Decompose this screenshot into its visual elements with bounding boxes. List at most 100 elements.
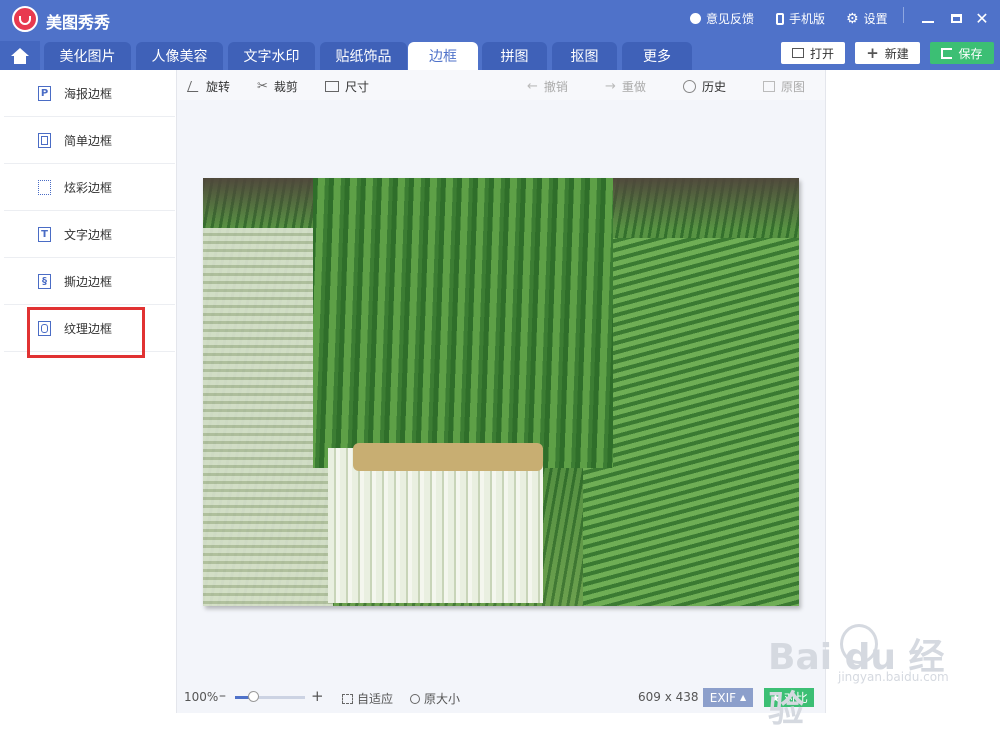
rotate-button[interactable]: 旋转 [186, 78, 231, 95]
magnifier-icon [410, 693, 420, 704]
app-title: 美图秀秀 [46, 13, 111, 32]
settings-button[interactable]: ⚙ 设置 [846, 10, 888, 27]
photo-region [583, 238, 799, 606]
photo-region [353, 443, 543, 471]
undo-button[interactable]: ← 撤销 [527, 78, 568, 95]
caret-up-icon: ▲ [740, 693, 747, 702]
open-button[interactable]: 打开 [781, 42, 845, 64]
poster-frame-icon: P [38, 85, 51, 101]
save-label: 保存 [958, 46, 983, 61]
clock-icon [683, 80, 696, 93]
maximize-button[interactable] [946, 8, 966, 28]
sidebar-item-colorful-frame[interactable]: 炫彩边框 [4, 164, 175, 211]
tab-more[interactable]: 更多 [622, 42, 692, 70]
rotate-icon [186, 81, 203, 92]
zoom-in-button[interactable]: + [311, 687, 324, 705]
photo-region [328, 448, 543, 603]
sidebar-item-text-frame[interactable]: T 文字边框 [4, 211, 175, 258]
zoom-slider[interactable] [235, 691, 305, 702]
titlebar-divider [903, 7, 904, 23]
image-icon [791, 48, 804, 58]
sidebar-item-label: 简单边框 [64, 133, 113, 148]
close-button[interactable]: ✕ [972, 8, 992, 28]
sidebar-item-torn-frame[interactable]: § 撕边边框 [4, 258, 175, 305]
tab-collage[interactable]: 拼图 [482, 42, 547, 70]
settings-label: 设置 [863, 12, 888, 26]
sidebar-item-label: 文字边框 [64, 227, 113, 242]
tab-label: 更多 [643, 49, 671, 65]
crop-button[interactable]: ✂ 裁剪 [257, 78, 298, 95]
feedback-icon [690, 13, 701, 24]
zoom-level: 100% [184, 690, 219, 704]
home-button[interactable] [0, 41, 40, 70]
tab-label: 贴纸饰品 [335, 49, 392, 65]
history-button[interactable]: 历史 [683, 78, 726, 95]
tab-label: 人像美容 [151, 49, 208, 65]
highlight-box [27, 307, 145, 358]
tab-label: 文字水印 [243, 49, 300, 65]
tab-frame[interactable]: 边框 [408, 42, 478, 70]
phone-icon [776, 12, 784, 25]
new-label: 新建 [884, 46, 909, 61]
sidebar-item-label: 炫彩边框 [64, 180, 113, 195]
original-label: 原图 [781, 80, 806, 94]
sidebar-item-label: 海报边框 [64, 86, 113, 101]
edited-photo[interactable] [203, 178, 799, 606]
actual-size-button[interactable]: 原大小 [410, 690, 460, 707]
photo-region [313, 178, 613, 468]
image-icon [763, 81, 775, 92]
maximize-icon [950, 13, 962, 23]
colorful-frame-icon [38, 179, 51, 195]
resize-icon [325, 81, 339, 92]
export-icon [941, 47, 953, 59]
minimize-icon [922, 21, 934, 23]
redo-icon: → [605, 79, 616, 94]
tab-portrait[interactable]: 人像美容 [136, 42, 223, 70]
image-canvas[interactable] [177, 100, 825, 686]
image-dimensions: 609 x 438 [638, 690, 699, 704]
save-button[interactable]: 保存 [930, 42, 994, 64]
new-button[interactable]: + 新建 [855, 42, 920, 64]
exif-button[interactable]: EXIF ▲ [703, 688, 753, 707]
title-bar: 美图秀秀 意见反馈 手机版 ⚙ 设置 ✕ [0, 0, 1000, 38]
tab-text-watermark[interactable]: 文字水印 [228, 42, 315, 70]
feedback-button[interactable]: 意见反馈 [690, 10, 754, 27]
tab-label: 美化图片 [59, 49, 116, 65]
feedback-label: 意见反馈 [706, 12, 755, 26]
watermark-sub: jingyan.baidu.com [838, 670, 949, 684]
status-bar: 100% – + 自适应 原大小 609 x 438 EXIF ▲ ★ 对比 [177, 686, 825, 713]
sidebar-item-simple-frame[interactable]: 简单边框 [4, 117, 175, 164]
torn-frame-icon: § [38, 273, 51, 289]
app-logo-icon [12, 6, 38, 32]
size-label: 尺寸 [345, 80, 370, 94]
fit-icon [342, 693, 353, 704]
fit-button[interactable]: 自适应 [342, 690, 393, 707]
edit-toolbar: 旋转 ✂ 裁剪 尺寸 ← 撤销 → 重做 历史 原图 [177, 70, 825, 100]
history-label: 历史 [702, 80, 727, 94]
zoom-out-button[interactable]: – [219, 688, 226, 704]
sidebar-item-label: 撕边边框 [64, 274, 113, 289]
open-label: 打开 [809, 46, 834, 61]
original-button[interactable]: 原图 [763, 78, 805, 95]
close-icon: ✕ [975, 8, 989, 28]
tab-beautify[interactable]: 美化图片 [44, 42, 131, 70]
mobile-label: 手机版 [789, 12, 826, 26]
tab-label: 边框 [429, 49, 457, 65]
size-button[interactable]: 尺寸 [325, 78, 369, 95]
mobile-version-button[interactable]: 手机版 [776, 10, 825, 27]
tab-bar: 美化图片 人像美容 文字水印 贴纸饰品 边框 拼图 抠图 更多 打开 + 新建 … [0, 38, 1000, 70]
zoom-slider-handle[interactable] [247, 691, 259, 702]
baidu-watermark: Bai du 经验 jingyan.baidu.com [760, 620, 980, 730]
sidebar-item-poster-frame[interactable]: P 海报边框 [4, 70, 175, 117]
redo-button[interactable]: → 重做 [605, 78, 646, 95]
tab-stickers[interactable]: 贴纸饰品 [320, 42, 407, 70]
rotate-label: 旋转 [206, 80, 231, 94]
tab-label: 拼图 [500, 49, 529, 65]
tab-cutout[interactable]: 抠图 [552, 42, 617, 70]
frame-category-sidebar: P 海报边框 简单边框 炫彩边框 T 文字边框 § 撕边边框 纹理边框 [0, 70, 177, 713]
minimize-button[interactable] [918, 8, 938, 28]
undo-icon: ← [527, 79, 538, 94]
fit-label: 自适应 [357, 692, 394, 706]
exif-label: EXIF [709, 690, 737, 705]
text-frame-icon: T [38, 226, 51, 242]
